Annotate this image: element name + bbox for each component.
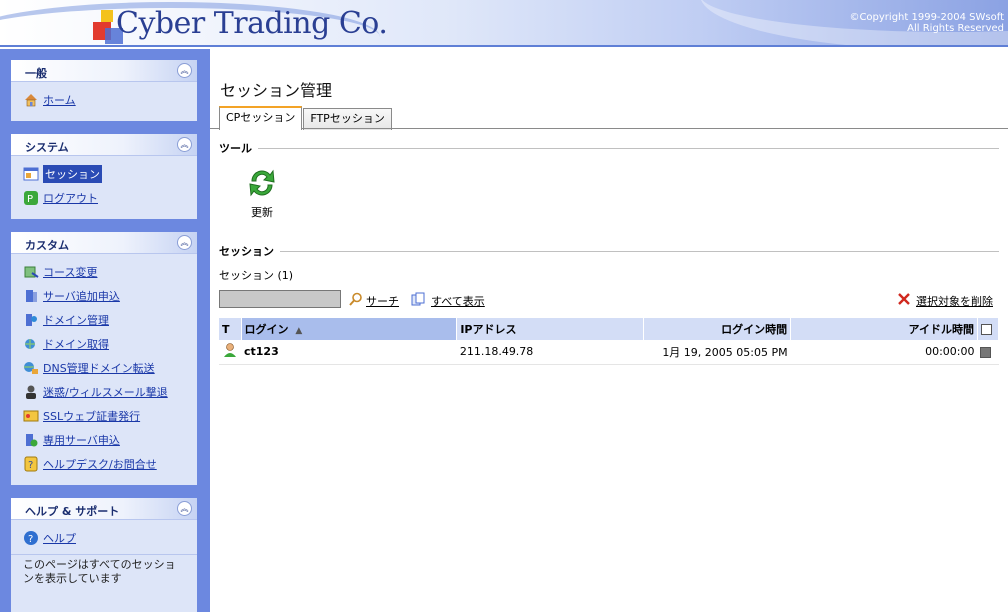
help-icon: ? [23, 530, 39, 546]
table-row: ct123 211.18.49.78 1月 19, 2005 05:05 PM … [219, 340, 999, 365]
sort-ascending-icon: ▲ [295, 326, 303, 336]
panel-general-header: 一般 ︽ [11, 60, 197, 82]
header: Cyber Trading Co. ©Copyright 1999-2004 S… [0, 0, 1008, 47]
col-login-time[interactable]: ログイン時間 [643, 318, 792, 340]
sidebar-item-home[interactable]: ホーム [23, 88, 197, 112]
session-ip: 211.18.49.78 [456, 340, 644, 365]
copyright: ©Copyright 1999-2004 SWsoft All Rights R… [849, 12, 1004, 34]
session-login-time: 1月 19, 2005 05:05 PM [643, 340, 791, 365]
panel-title: カスタム [25, 239, 69, 252]
table-header-row: T ログイン ▲ IPアドレス ログイン時間 アイドル時間 [219, 318, 1000, 340]
server-add-icon [23, 288, 39, 304]
collapse-icon[interactable]: ︽ [177, 137, 192, 152]
panel-title: ヘルプ & サポート [25, 505, 120, 518]
session-idle-time: 00:00:00 [790, 340, 978, 365]
sidebar-item-domain-manage[interactable]: ドメイン管理 [23, 308, 197, 332]
page-title: セッション管理 [220, 81, 333, 100]
sidebar-item-help[interactable]: ? ヘルプ [23, 526, 197, 550]
panel-title: システム [25, 141, 69, 154]
svg-text:?: ? [28, 460, 33, 471]
show-all-icon [411, 292, 427, 309]
session-type-cell [219, 340, 241, 365]
refresh-icon [246, 169, 278, 202]
course-change-icon [23, 264, 39, 280]
select-all-checkbox[interactable] [980, 324, 992, 335]
helpdesk-icon: ? [23, 456, 39, 472]
tab-divider [210, 128, 1008, 129]
col-type[interactable]: T [219, 318, 242, 340]
sessions-section-heading: セッション [219, 243, 999, 259]
sidebar-item-helpdesk[interactable]: ? ヘルプデスク/お問合せ [23, 452, 197, 476]
sidebar: 一般 ︽ ホーム システム ︽ セッション P ログアウト カスタム ︽ コース… [0, 49, 210, 612]
logout-icon: P [23, 190, 39, 206]
page-description: このページはすべてのセッションを表示しています [11, 554, 197, 594]
tab-cp-sessions[interactable]: CPセッション [219, 106, 303, 130]
session-checkbox[interactable] [980, 346, 992, 358]
col-select-all [977, 318, 1000, 340]
user-icon [222, 343, 238, 361]
tab-bar: CPセッション FTPセッション [219, 106, 393, 130]
panel-help: ヘルプ & サポート ︽ ? ヘルプ このページはすべてのセッションを表示してい… [11, 498, 197, 612]
sidebar-item-server-add[interactable]: サーバ追加申込 [23, 284, 197, 308]
col-ip-address[interactable]: IPアドレス [456, 318, 645, 340]
sidebar-item-logout[interactable]: P ログアウト [23, 186, 197, 210]
svg-text:P: P [27, 194, 33, 205]
refresh-label: 更新 [251, 206, 273, 219]
sidebar-item-spam-virus[interactable]: 迷惑/ウィルスメール撃退 [23, 380, 197, 404]
sessions-table: T ログイン ▲ IPアドレス ログイン時間 アイドル時間 ct123 211.… [219, 318, 1000, 365]
dedicated-server-icon [23, 432, 39, 448]
session-login: ct123 [241, 340, 457, 365]
delete-icon [897, 292, 911, 309]
panel-custom: カスタム ︽ コース変更 サーバ追加申込 ドメイン管理 ドメイン取得 DNS管理… [11, 232, 197, 485]
domain-acquire-icon [23, 336, 39, 352]
show-all-button[interactable]: すべて表示 [411, 292, 485, 309]
panel-system: システム ︽ セッション P ログアウト [11, 134, 197, 219]
main-content: セッション管理 CPセッション FTPセッション ツール 更新 セッション セッ… [210, 49, 1008, 612]
ssl-certificate-icon [23, 408, 39, 424]
search-input[interactable] [219, 290, 341, 308]
session-select-cell [977, 340, 999, 365]
search-button[interactable]: サーチ [349, 292, 399, 309]
collapse-icon[interactable]: ︽ [177, 235, 192, 250]
sidebar-item-dns-transfer[interactable]: DNS管理ドメイン転送 [23, 356, 197, 380]
panel-general: 一般 ︽ ホーム [11, 60, 197, 121]
svg-text:?: ? [28, 534, 33, 545]
panel-custom-header: カスタム ︽ [11, 232, 197, 254]
session-count: セッション (1) [219, 269, 294, 282]
sidebar-item-domain-acquire[interactable]: ドメイン取得 [23, 332, 197, 356]
collapse-icon[interactable]: ︽ [177, 63, 192, 78]
col-login[interactable]: ログイン ▲ [241, 318, 458, 340]
logo-text: Cyber Trading Co. [116, 6, 388, 41]
session-icon [23, 166, 39, 182]
home-icon [23, 92, 39, 108]
dns-transfer-icon [23, 360, 39, 376]
sidebar-item-course-change[interactable]: コース変更 [23, 260, 197, 284]
panel-system-header: システム ︽ [11, 134, 197, 156]
panel-title: 一般 [25, 67, 47, 80]
panel-help-header: ヘルプ & サポート ︽ [11, 498, 197, 520]
search-icon [349, 292, 363, 309]
sidebar-item-ssl-certificate[interactable]: SSLウェブ証書発行 [23, 404, 197, 428]
collapse-icon[interactable]: ︽ [177, 501, 192, 516]
delete-selected-button[interactable]: 選択対象を削除 [897, 292, 993, 309]
refresh-button[interactable]: 更新 [246, 167, 278, 220]
tab-ftp-sessions[interactable]: FTPセッション [303, 108, 392, 130]
tools-section-heading: ツール [219, 140, 999, 156]
spam-virus-icon [23, 384, 39, 400]
domain-manage-icon [23, 312, 39, 328]
sidebar-item-dedicated-server[interactable]: 専用サーバ申込 [23, 428, 197, 452]
col-idle-time[interactable]: アイドル時間 [790, 318, 978, 340]
sidebar-item-session[interactable]: セッション [23, 162, 197, 186]
